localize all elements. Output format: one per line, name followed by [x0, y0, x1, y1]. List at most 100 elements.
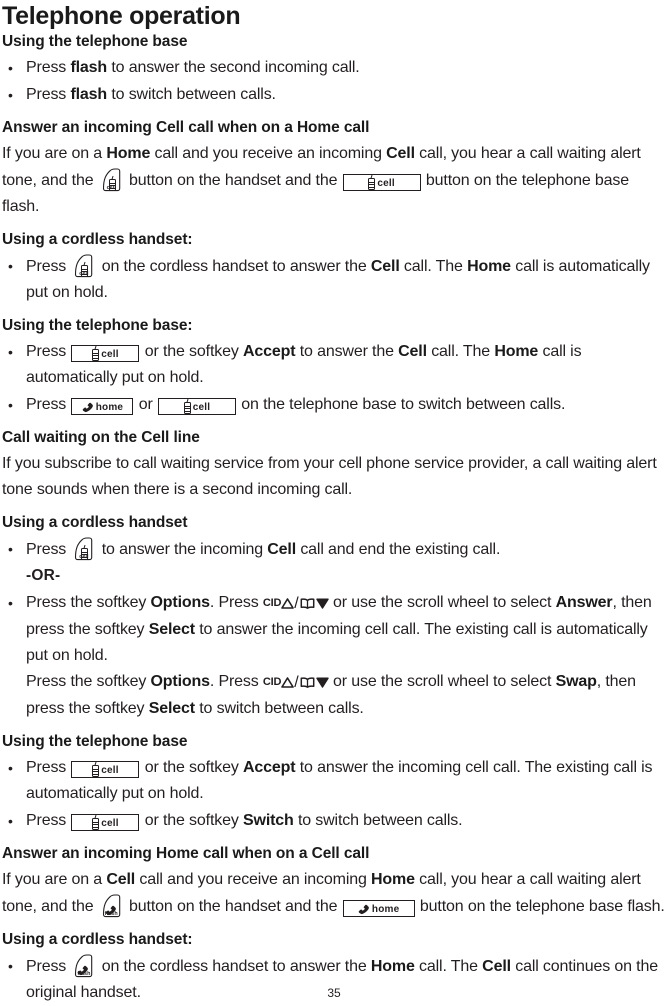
bold-keyword: Cell	[106, 871, 136, 888]
base-cell-key-icon: cell	[157, 398, 236, 415]
bullet-text: on the telephone base to switch between …	[236, 396, 566, 413]
bullet-list-3: Press cell or the softkey Accept to answ…	[2, 339, 666, 418]
bullet-text: . Press	[209, 673, 263, 690]
bold-keyword: flash	[70, 86, 108, 103]
list-item: Press flash to answer the second incomin…	[2, 55, 666, 81]
section-heading-using-cordless-handset-3: Using a cordless handset:	[2, 931, 193, 948]
bullet-text: Press	[26, 759, 71, 776]
bold-keyword: Accept	[243, 343, 296, 360]
bold-keyword: Swap	[555, 673, 597, 690]
bullet-list-2: Press cell on the cordless handset to an…	[2, 253, 666, 306]
cellphone-glyph	[92, 348, 100, 361]
paragraph-text: call and you receive an incoming	[150, 145, 387, 162]
bullet-text: to answer the second incoming call.	[107, 59, 360, 76]
base-cell-key-icon: cell	[71, 345, 140, 362]
bullet-text: to switch between calls.	[293, 812, 463, 829]
paragraph-text: If you are on a	[2, 871, 107, 888]
base-key-label: cell	[101, 349, 119, 360]
handset-cell-key-icon: cell	[100, 167, 123, 193]
slash-separator: /	[294, 674, 299, 691]
bold-keyword: Home	[370, 958, 415, 975]
list-item: Press cell or the softkey Accept to answ…	[2, 755, 666, 807]
base-cell-key-icon: cell	[71, 814, 140, 831]
paragraph-text: call and you receive an incoming	[135, 871, 372, 888]
bold-keyword: Options	[150, 673, 210, 690]
handset-cell-key-icon: cell	[72, 536, 95, 562]
receiver-glyph	[358, 904, 370, 915]
bullet-text: Press	[26, 541, 71, 558]
bullet-text: Press	[26, 59, 71, 76]
bold-keyword: Home	[106, 145, 151, 162]
page-title: Telephone operation	[2, 2, 241, 30]
handset-key-label: cell	[106, 185, 116, 191]
section-heading-answer-home-on-cell: Answer an incoming Home call when on a C…	[2, 845, 370, 862]
cid-label: CID	[262, 676, 282, 688]
triangle-up-icon	[281, 598, 295, 609]
handset-key-label: cell	[79, 271, 89, 277]
nav-symbols-group: CID /	[263, 590, 329, 617]
triangle-up-icon	[281, 677, 295, 688]
section-heading-using-cordless-handset-2: Using a cordless handset	[2, 514, 188, 531]
bullet-text: or the softkey	[140, 812, 243, 829]
bold-keyword: Cell	[267, 541, 297, 558]
bullet-text: call and end the existing call.	[296, 541, 501, 558]
base-home-key-icon: home	[342, 900, 415, 917]
bullet-list-4: Press cell to answer the incoming Cell c…	[2, 536, 666, 722]
bullet-text: or use the scroll wheel to select	[328, 594, 556, 611]
list-item: Press flash to switch between calls.	[2, 82, 666, 108]
handset-flash-key-icon: flash	[100, 893, 123, 919]
bullet-text: to switch between calls.	[194, 700, 364, 717]
bold-keyword: Cell	[398, 343, 427, 360]
handset-cell-key-icon: cell	[72, 253, 95, 279]
bold-keyword: Cell	[482, 958, 511, 975]
cellphone-glyph	[183, 401, 191, 414]
section-heading-using-telephone-base-2: Using the telephone base:	[2, 317, 193, 334]
list-item: Press cell on the cordless handset to an…	[2, 253, 666, 306]
handset-key-label: flash	[104, 911, 118, 917]
base-key-label: home	[371, 904, 400, 915]
bullet-list-1: Press flash to answer the second incomin…	[2, 55, 666, 108]
bold-keyword: Switch	[243, 812, 294, 829]
cellphone-glyph	[368, 177, 376, 190]
cellphone-glyph	[92, 817, 100, 830]
manual-page: Telephone operation Using the telephone …	[0, 0, 668, 1001]
base-key-label: cell	[101, 818, 119, 829]
section-heading-answer-cell-on-home: Answer an incoming Cell call when on a H…	[2, 119, 370, 136]
bullet-text: Press the softkey	[26, 673, 151, 690]
paragraph-text: button on the telephone base flash.	[415, 898, 665, 915]
paragraph-answer-home-on-cell: If you are on a Cell call and you receiv…	[2, 867, 666, 920]
bullet-text: Press	[26, 258, 71, 275]
bullet-list-5: Press cell or the softkey Accept to answ…	[2, 755, 666, 834]
bullet-text: Press	[26, 958, 71, 975]
bold-keyword: Select	[148, 700, 195, 717]
nav-symbols-group: CID /	[263, 669, 329, 696]
bullet-text: or use the scroll wheel to select	[328, 673, 556, 690]
bold-keyword: Home	[467, 258, 511, 275]
bullet-text: Press	[26, 343, 71, 360]
bullet-text: . Press	[209, 594, 263, 611]
bullet-text: Press	[26, 86, 71, 103]
or-separator: -OR-	[26, 567, 61, 584]
bullet-text: Press	[26, 396, 71, 413]
section-heading-using-cordless-handset-1: Using a cordless handset:	[2, 231, 193, 248]
bold-keyword: Select	[148, 621, 195, 638]
receiver-glyph	[82, 402, 94, 413]
bullet-text: or the softkey	[140, 759, 243, 776]
base-home-key-icon: home	[71, 398, 134, 415]
bullet-text: on the cordless handset to answer the	[97, 958, 371, 975]
bullet-text: or the softkey	[140, 343, 243, 360]
handset-flash-key-icon: flash	[72, 953, 95, 979]
slash-separator: /	[294, 595, 299, 612]
base-key-label: cell	[377, 178, 395, 189]
section-heading-using-telephone-base-3: Using the telephone base	[2, 733, 188, 750]
paragraph-call-waiting-cell-line: If you subscribe to call waiting service…	[2, 455, 657, 498]
bold-keyword: Answer	[555, 594, 613, 611]
bullet-text: to answer the	[295, 343, 399, 360]
directory-book-icon	[300, 598, 315, 609]
bullet-text: on the cordless handset to answer the	[97, 258, 371, 275]
section-heading-using-telephone-base-1: Using the telephone base	[2, 33, 188, 50]
bullet-text: Press	[26, 812, 71, 829]
list-item: Press home or cell on the telephone base…	[2, 392, 666, 418]
bold-keyword: Home	[371, 871, 415, 888]
list-item: Press cell or the softkey Accept to answ…	[2, 339, 666, 391]
